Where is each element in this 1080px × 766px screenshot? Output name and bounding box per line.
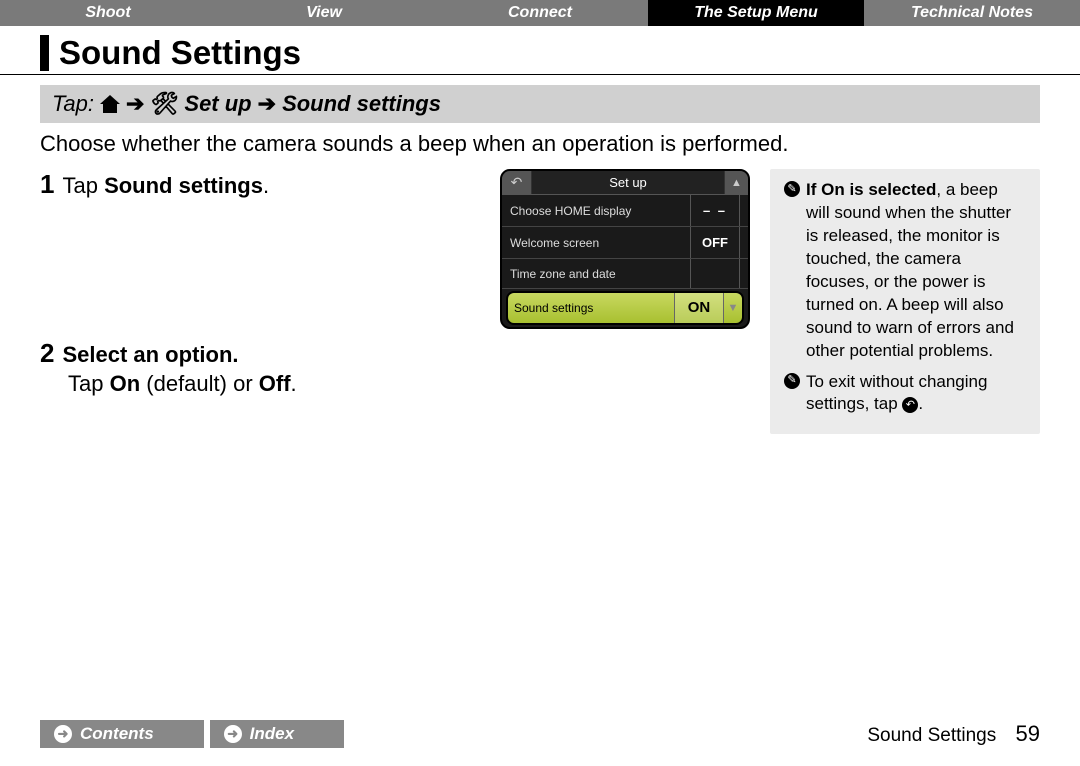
title-row: Sound Settings (0, 26, 1080, 75)
home-icon (100, 95, 120, 113)
navigation-path: Tap: ➔ 🛠 Set up ➔ Sound settings (40, 85, 1040, 123)
step-2: 2 Select an option. Tap On (default) or … (40, 338, 480, 397)
row-label: Choose HOME display (510, 204, 690, 218)
intro-text: Choose whether the camera sounds a beep … (0, 131, 1080, 157)
setup-wrench-icon: 🛠 (150, 91, 178, 117)
page-number: 59 (1016, 721, 1040, 746)
screenshot-row: Welcome screen OFF (502, 227, 748, 259)
contents-label: Contents (80, 724, 154, 744)
page-title: Sound Settings (59, 34, 301, 72)
top-tabs: Shoot View Connect The Setup Menu Techni… (0, 0, 1080, 26)
note-icon: ✎ (784, 373, 800, 389)
step2-bold: Select an option. (62, 342, 238, 367)
tab-connect[interactable]: Connect (432, 0, 648, 26)
index-label: Index (250, 724, 294, 744)
row-value (690, 259, 740, 288)
footer-section: Sound Settings (867, 725, 996, 746)
step2-on: On (110, 371, 141, 396)
step2-post: . (291, 371, 297, 396)
note2-post: . (918, 394, 923, 413)
step2-off: Off (259, 371, 291, 396)
screenshot-up-icon: ▲ (724, 171, 748, 194)
footer: ➜ Contents ➜ Index Sound Settings 59 (0, 720, 1080, 748)
link-arrow-icon: ➜ (54, 725, 72, 743)
arrow-icon: ➔ (258, 91, 276, 117)
note1-text: , a beep will sound when the shutter is … (806, 180, 1014, 360)
step1-bold: Sound settings (104, 173, 263, 198)
title-accent-bar (40, 35, 49, 71)
screenshot-back-icon: ↶ (502, 171, 532, 194)
screenshot-down-icon: ▼ (724, 302, 742, 314)
step1-post: . (263, 173, 269, 198)
selected-label: Sound settings (508, 301, 674, 315)
step-number: 1 (40, 169, 54, 200)
index-button[interactable]: ➜ Index (210, 720, 344, 748)
row-value: – – (690, 195, 740, 226)
note-icon: ✎ (784, 181, 800, 197)
path-setup: Set up (184, 91, 251, 117)
screenshot-title: Set up (532, 175, 724, 190)
tab-view[interactable]: View (216, 0, 432, 26)
row-label: Time zone and date (510, 267, 690, 281)
tab-shoot[interactable]: Shoot (0, 0, 216, 26)
note-2: ✎ To exit without changing settings, tap… (784, 371, 1026, 417)
path-target: Sound settings (282, 91, 441, 117)
step1-pre: Tap (62, 173, 104, 198)
tab-setup-menu[interactable]: The Setup Menu (648, 0, 864, 26)
step2-mid: (default) or (140, 371, 259, 396)
screenshot-row: Time zone and date (502, 259, 748, 289)
screenshot-selected-row: Sound settings ON ▼ (506, 291, 744, 325)
row-label: Welcome screen (510, 236, 690, 250)
note1-bold: If On is selected (806, 180, 936, 199)
tab-technical-notes[interactable]: Technical Notes (864, 0, 1080, 26)
note-1: ✎ If On is selected, a beep will sound w… (784, 179, 1026, 363)
step2-sub-pre: Tap (68, 371, 110, 396)
contents-button[interactable]: ➜ Contents (40, 720, 204, 748)
step-1: 1 Tap Sound settings. (40, 169, 480, 200)
path-prefix: Tap: (52, 91, 94, 117)
camera-screenshot: ↶ Set up ▲ Choose HOME display – – Welco… (500, 169, 750, 329)
link-arrow-icon: ➜ (224, 725, 242, 743)
arrow-icon: ➔ (126, 91, 144, 117)
row-value: OFF (690, 227, 740, 258)
back-icon: ↶ (902, 397, 918, 413)
notes-panel: ✎ If On is selected, a beep will sound w… (770, 169, 1040, 434)
step-number: 2 (40, 338, 54, 369)
note2-pre: To exit without changing settings, tap (806, 372, 987, 414)
selected-value: ON (674, 293, 724, 323)
screenshot-row: Choose HOME display – – (502, 195, 748, 227)
